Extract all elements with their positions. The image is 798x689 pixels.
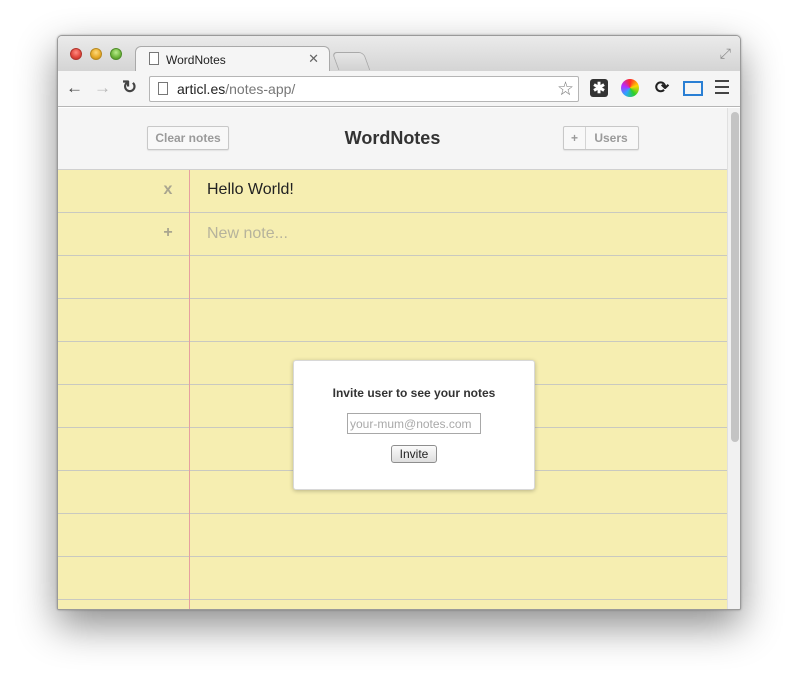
invite-dialog-title: Invite user to see your notes [332,386,496,400]
browser-toolbar: ← → ↻ articl.es/notes-app/ ☆ ✱ ⟳ [58,71,740,107]
page-content: Clear notes WordNotes + Users x Hello Wor… [58,108,727,609]
screen-capture-extension-icon[interactable] [683,81,703,96]
ruled-line [58,256,727,299]
browser-window: WordNotes ✕ ⤢ ← → ↻ articl.es/notes-app/… [57,35,741,610]
close-window-button[interactable] [70,48,82,60]
note-text[interactable]: Hello World! [207,181,294,199]
new-note-input[interactable] [207,222,607,246]
color-wheel-extension-icon[interactable] [621,79,639,97]
tab-title: WordNotes [166,53,226,67]
new-tab-button[interactable] [331,52,371,70]
minimize-window-button[interactable] [90,48,102,60]
asterisk-extension-icon[interactable]: ✱ [590,79,608,97]
browser-tab[interactable]: WordNotes ✕ [135,46,330,72]
back-arrow-icon[interactable]: ← [66,78,83,98]
url-domain: articl.es [177,81,226,97]
ruled-line [58,299,727,342]
scrollbar-thumb[interactable] [731,112,739,442]
star-icon[interactable]: ☆ [557,78,574,101]
menu-icon[interactable] [715,80,729,94]
new-note-row: + [58,213,727,256]
forward-arrow-icon[interactable]: → [94,78,111,98]
page-icon [158,82,168,95]
delete-note-icon[interactable]: x [158,181,178,199]
add-user-icon: + [564,127,586,149]
sync-extension-icon[interactable]: ⟳ [653,79,671,97]
margin-line [189,170,190,609]
vertical-scrollbar[interactable] [727,108,740,609]
url-text[interactable]: articl.es/notes-app/ [177,81,295,97]
ruled-line [58,557,727,600]
zoom-window-button[interactable] [110,48,122,60]
url-path: /notes-app/ [225,81,296,97]
tab-strip: WordNotes ✕ ⤢ [58,36,740,72]
ruled-line [58,514,727,557]
address-bar[interactable]: articl.es/notes-app/ ☆ [149,76,579,102]
reload-icon[interactable]: ↻ [122,77,137,98]
invite-button[interactable]: Invite [391,445,437,463]
invite-email-field[interactable] [347,413,481,434]
users-button-label: Users [594,131,628,145]
invite-user-dialog: Invite user to see your notes Invite [293,360,535,490]
tab-close-icon[interactable]: ✕ [308,51,319,67]
add-note-icon[interactable]: + [158,224,178,242]
note-row: x Hello World! [58,170,727,213]
page-icon [149,52,159,65]
fullscreen-icon[interactable]: ⤢ [720,45,731,62]
users-button[interactable]: + Users [563,126,639,150]
app-header: Clear notes WordNotes + Users [58,108,727,170]
